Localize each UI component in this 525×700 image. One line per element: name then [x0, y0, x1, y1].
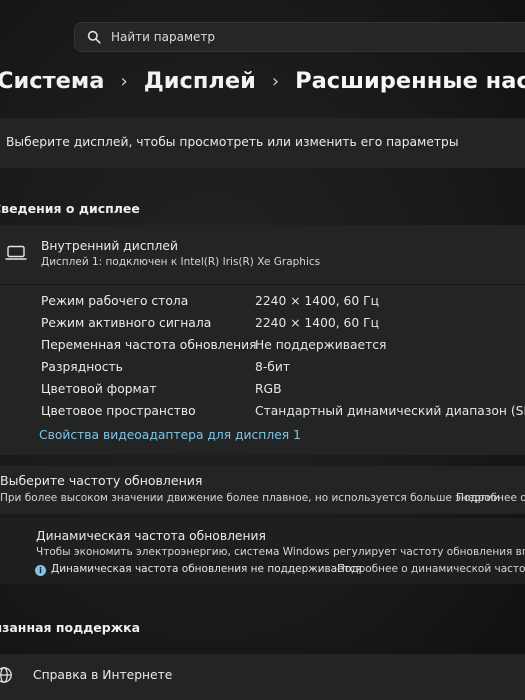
- info-row-label: Режим активного сигнала: [41, 316, 212, 330]
- adapter-properties-link[interactable]: Свойства видеоадаптера для дисплея 1: [39, 428, 301, 442]
- chevron-right-icon: ›: [271, 70, 280, 92]
- info-row-value: RGB: [255, 382, 282, 396]
- page-title: Расширенные настройки: [295, 68, 525, 94]
- search-box[interactable]: Найти параметр: [74, 22, 525, 52]
- refresh-rate-desc: При более высоком значении движение боле…: [0, 492, 501, 504]
- divider: [0, 284, 525, 285]
- device-connection: Дисплей 1: подключен к Intel(R) Iris(R) …: [41, 256, 321, 268]
- info-row-label: Разрядность: [41, 360, 123, 374]
- breadcrumb: Система › Дисплей › Расширенные настройк…: [0, 64, 525, 98]
- info-icon: i: [35, 565, 46, 576]
- online-help-label: Справка в Интернете: [33, 668, 173, 682]
- refresh-more-link[interactable]: Подробнее о: [456, 492, 525, 504]
- search-placeholder: Найти параметр: [111, 30, 215, 44]
- select-display-label: Выберите дисплей, чтобы просмотреть или …: [6, 135, 459, 149]
- related-support-heading: Связанная поддержка: [0, 620, 141, 635]
- dynamic-refresh-link[interactable]: Подробнее о динамической частоте о: [337, 563, 525, 575]
- online-help-card[interactable]: Справка в Интернете: [0, 654, 525, 700]
- info-row-value: 2240 × 1400, 60 Гц: [255, 316, 379, 330]
- breadcrumb-display[interactable]: Дисплей: [144, 68, 256, 94]
- info-row-label: Режим рабочего стола: [41, 294, 189, 308]
- display-info-heading: Сведения о дисплее: [0, 201, 140, 216]
- info-row-label: Переменная частота обновления: [41, 338, 257, 352]
- search-icon: [87, 30, 101, 44]
- info-row-value: Не поддерживается: [255, 338, 387, 352]
- globe-icon: [0, 666, 13, 688]
- dynamic-not-supported: Динамическая частота обновления не подде…: [51, 563, 362, 575]
- refresh-rate-card: Выберите частоту обновления При более вы…: [0, 466, 525, 514]
- refresh-rate-title: Выберите частоту обновления: [0, 473, 203, 488]
- device-name: Внутренний дисплей: [41, 239, 178, 253]
- info-row-value: Стандартный динамический диапазон (SDR): [255, 404, 525, 418]
- laptop-icon: [5, 245, 27, 265]
- chevron-right-icon: ›: [120, 70, 128, 92]
- breadcrumb-system[interactable]: Система: [0, 68, 105, 94]
- info-row-label: Цветовое пространство: [41, 404, 196, 418]
- info-row-value: 2240 × 1400, 60 Гц: [255, 294, 379, 308]
- select-display-card[interactable]: Выберите дисплей, чтобы просмотреть или …: [0, 118, 525, 168]
- dynamic-refresh-desc: Чтобы экономить электроэнергию, система …: [36, 546, 525, 558]
- settings-window: Найти параметр Система › Дисплей › Расши…: [0, 0, 525, 700]
- info-row-label: Цветовой формат: [41, 382, 157, 396]
- info-row-value: 8-бит: [255, 360, 290, 374]
- dynamic-refresh-title: Динамическая частота обновления: [36, 529, 266, 543]
